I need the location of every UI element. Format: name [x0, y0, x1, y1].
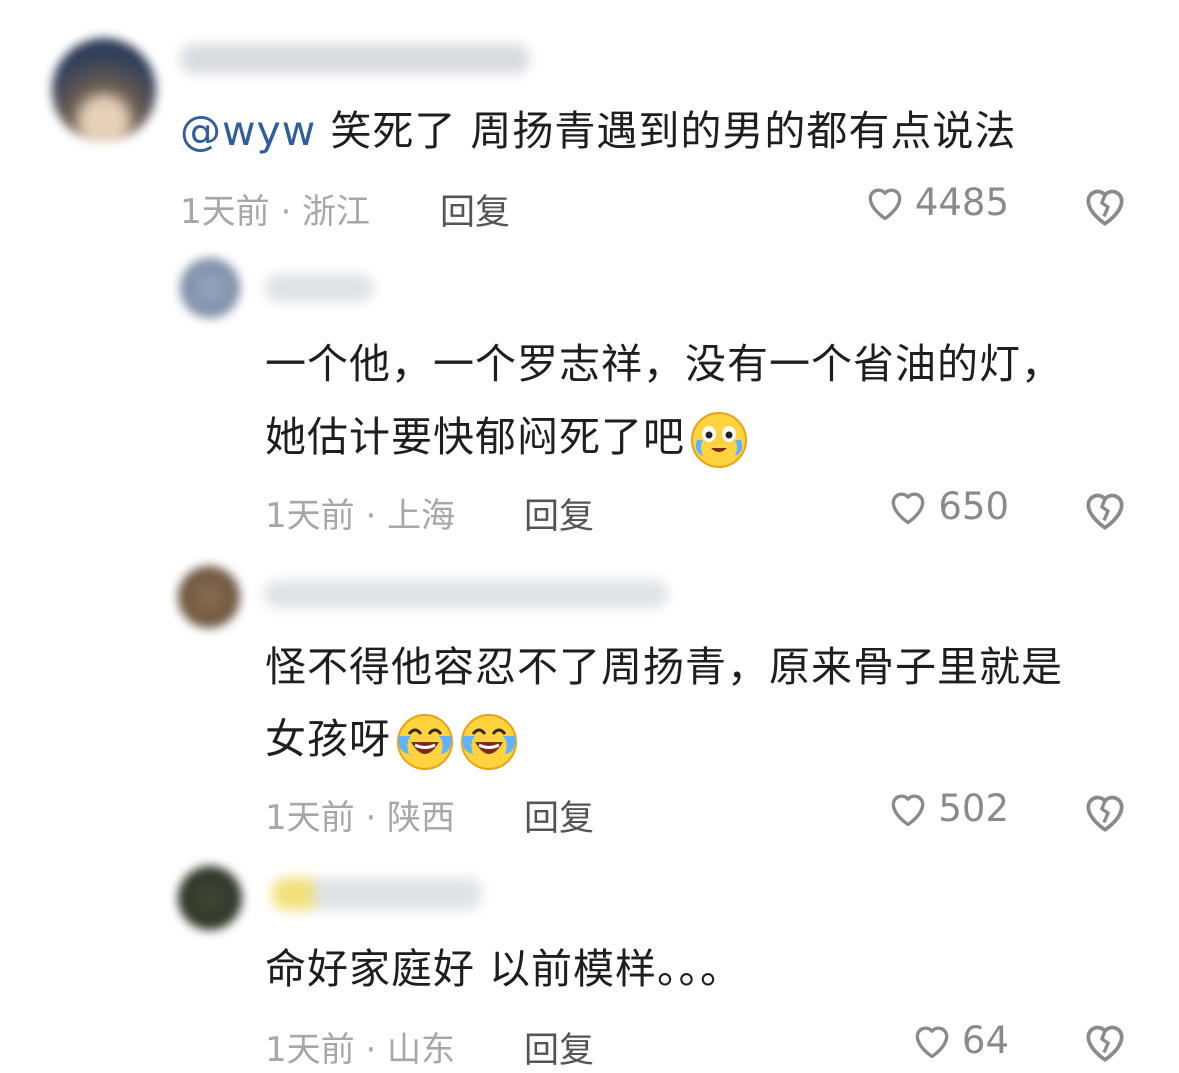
- username-blurred[interactable]: [264, 274, 374, 302]
- comment-text: @wyw 笑死了 周扬青遇到的男的都有点说法: [180, 92, 1016, 170]
- reply-button[interactable]: 回复: [524, 488, 594, 539]
- crying-face-icon: [691, 412, 747, 468]
- heart-outline-icon: [892, 492, 925, 525]
- avatar[interactable]: [178, 866, 242, 930]
- comment-line-2: 女孩呀: [265, 700, 519, 778]
- reply-button[interactable]: 回复: [524, 790, 594, 841]
- like-button[interactable]: 502: [886, 786, 1009, 830]
- laughing-crying-face-icon: [461, 714, 517, 770]
- comment-line-1: 命好家庭好 以前模样。。。: [265, 945, 743, 993]
- comment-line-1: 怪不得他容忍不了周扬青，原来骨子里就是: [265, 643, 1063, 691]
- reply-button[interactable]: 回复: [524, 1022, 594, 1073]
- like-button[interactable]: 650: [886, 484, 1009, 528]
- like-count: 64: [961, 1018, 1009, 1062]
- avatar[interactable]: [180, 258, 240, 318]
- broken-heart-icon[interactable]: [1080, 1016, 1130, 1066]
- time-location: 1天前 · 浙江: [180, 192, 371, 232]
- time-location: 1天前 · 山东: [265, 1030, 456, 1070]
- laughing-crying-face-icon: [397, 714, 453, 770]
- comment-body: 笑死了 周扬青遇到的男的都有点说法: [316, 107, 1017, 155]
- username-blurred[interactable]: [180, 44, 530, 74]
- avatar[interactable]: [178, 566, 240, 628]
- like-count: 650: [938, 484, 1009, 528]
- broken-heart-icon[interactable]: [1080, 786, 1130, 836]
- time-location: 1天前 · 陕西: [265, 798, 456, 838]
- mention-link[interactable]: @wyw: [180, 107, 316, 155]
- like-count: 4485: [914, 180, 1009, 224]
- comment-line-2-text: 女孩呀: [265, 715, 391, 763]
- heart-outline-icon: [915, 1026, 949, 1059]
- like-button[interactable]: 64: [910, 1018, 1009, 1062]
- like-count: 502: [938, 786, 1009, 830]
- comment-line-1: 一个他，一个罗志祥，没有一个省油的灯，: [265, 340, 1063, 388]
- username-blurred[interactable]: [264, 580, 668, 608]
- heart-outline-icon: [892, 794, 925, 827]
- like-button[interactable]: 4485: [863, 180, 1009, 224]
- broken-heart-icon[interactable]: [1080, 484, 1130, 534]
- comment-line-2: 她估计要快郁闷死了吧: [265, 398, 749, 476]
- username-blurred[interactable]: [272, 878, 482, 910]
- avatar[interactable]: [52, 38, 156, 142]
- reply-button[interactable]: 回复: [440, 184, 510, 235]
- time-location: 1天前 · 上海: [265, 496, 456, 536]
- comment-line-2-text: 她估计要快郁闷死了吧: [265, 413, 685, 461]
- heart-outline-icon: [868, 188, 902, 221]
- broken-heart-icon[interactable]: [1080, 180, 1130, 230]
